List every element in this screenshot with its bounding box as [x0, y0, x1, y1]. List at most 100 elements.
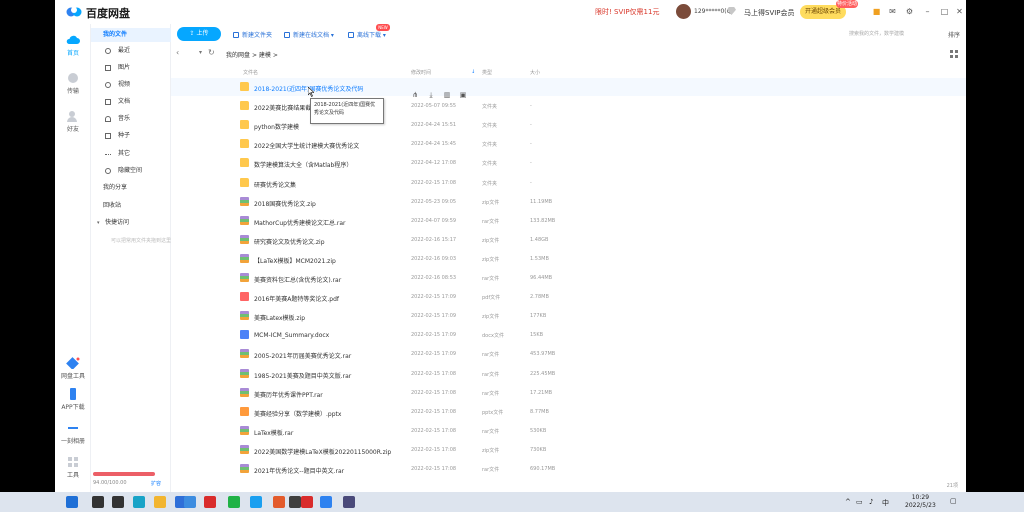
file-name[interactable]: python数学建模	[254, 122, 299, 131]
table-row[interactable]: 2021年优秀论文--题目中英文.rar 2022-02-15 17:08 rar文…	[171, 460, 966, 478]
file-name[interactable]: 2022全国大学生统计建模大赛优秀论文	[254, 141, 359, 150]
file-name[interactable]: 研究赛论文及优秀论文.zip	[254, 237, 325, 246]
rail-item-album[interactable]: 一刻相册	[55, 422, 91, 445]
mail-icon[interactable]: ✉	[888, 7, 897, 16]
table-row[interactable]: 1985-2021美赛及题目中英文版.rar 2022-02-15 17:08 ra…	[171, 365, 966, 383]
expand-storage-link[interactable]: 扩容	[151, 480, 161, 487]
grid-view-icon[interactable]	[950, 50, 958, 58]
column-size[interactable]: 大小	[530, 69, 540, 76]
terminal-icon[interactable]	[289, 496, 301, 508]
file-name[interactable]: MathorCup优秀建模论文汇总.rar	[254, 218, 345, 227]
file-name[interactable]: 2022美国数学建模LaTeX模板20220115000R.zip	[254, 447, 391, 456]
breadcrumb-item[interactable]: 我的网盘	[226, 52, 250, 59]
nav-recycle-bin[interactable]: 回收站	[91, 199, 171, 213]
table-row[interactable]: 数学建模算法大全（含Matlab程序） 2022-04-12 17:08 文件夹 -	[171, 154, 966, 172]
new-online-doc-button[interactable]: 新建在线文档 ▾	[284, 30, 334, 39]
media-icon[interactable]	[343, 496, 355, 508]
rail-item-transfer[interactable]: 传输	[55, 72, 91, 95]
file-name[interactable]: 1985-2021美赛及题目中英文版.rar	[254, 371, 351, 380]
table-row[interactable]: LaTex模板.rar 2022-02-15 17:08 rar文件 530KB	[171, 422, 966, 440]
edge-icon[interactable]	[133, 496, 145, 508]
nav-videos[interactable]: 视频	[91, 78, 171, 92]
notification-icon[interactable]: ▢	[950, 497, 957, 505]
minimize-icon[interactable]: –	[923, 7, 932, 16]
offline-download-button[interactable]: 离线下载 ▾	[348, 30, 386, 39]
file-name[interactable]: 研赛优秀论文集	[254, 180, 296, 189]
chevron-up-icon[interactable]: ^	[845, 498, 851, 506]
ime-indicator[interactable]: 中	[882, 498, 889, 508]
nav-documents[interactable]: 文档	[91, 95, 171, 109]
nav-my-share[interactable]: 我的分享	[91, 181, 171, 195]
file-name[interactable]: MCM-ICM_Summary.docx	[254, 332, 329, 339]
table-row[interactable]: MathorCup优秀建模论文汇总.rar 2022-04-07 09:59 rar…	[171, 212, 966, 230]
table-row[interactable]: 美赛历年优秀课件PPT.rar 2022-02-15 17:08 rar文件 17.2…	[171, 384, 966, 402]
maximize-icon[interactable]: □	[940, 7, 949, 16]
new-folder-button[interactable]: 新建文件夹	[233, 30, 272, 39]
upload-button[interactable]: ⇪ 上传	[177, 27, 221, 41]
pen-icon[interactable]	[184, 496, 196, 508]
wechat-icon[interactable]	[228, 496, 240, 508]
sort-button[interactable]: 排序	[948, 30, 960, 39]
search-icon[interactable]	[92, 496, 104, 508]
column-name[interactable]: 文件名	[243, 69, 258, 76]
breadcrumb-path[interactable]: 我的网盘 > 建模 >	[226, 50, 278, 59]
file-name[interactable]: 2018国赛优秀论文.zip	[254, 199, 316, 208]
table-row[interactable]: 美赛经验分享（数学建模）.pptx 2022-02-15 17:08 pptx文件 8…	[171, 403, 966, 421]
rail-item-home[interactable]: 首页	[55, 34, 91, 57]
file-name[interactable]: 美赛历年优秀课件PPT.rar	[254, 390, 323, 399]
nav-hidden-space[interactable]: 隐藏空间	[91, 164, 171, 178]
table-row[interactable]: 2022美国数学建模LaTeX模板20220115000R.zip 2022-02…	[171, 441, 966, 459]
settings-icon[interactable]: ⚙	[905, 7, 914, 16]
table-row[interactable]: 研赛优秀论文集 2022-02-15 17:08 文件夹 -	[171, 174, 966, 192]
nav-torrents[interactable]: 种子	[91, 129, 171, 143]
file-name[interactable]: 2005-2021年历届美赛优秀论文.rar	[254, 351, 351, 360]
wps-icon[interactable]	[301, 496, 313, 508]
file-name[interactable]: 【LaTeX模板】MCM2021.zip	[254, 256, 336, 265]
chevron-down-icon[interactable]: ▾	[199, 49, 202, 56]
table-row[interactable]: python数学建模 2022-04-24 15:51 文件夹 -	[171, 116, 966, 134]
avatar[interactable]	[676, 4, 691, 19]
nav-all-files[interactable]: 我的文件	[91, 28, 171, 42]
refresh-icon[interactable]: ↻	[208, 48, 215, 57]
task-view-icon[interactable]	[112, 496, 124, 508]
close-icon[interactable]: ✕	[955, 7, 964, 16]
file-name[interactable]: 美赛Latex模板.zip	[254, 313, 305, 322]
file-name[interactable]: 2022美赛比赛结果截图	[254, 103, 317, 112]
table-row[interactable]: 2018国赛优秀论文.zip 2022-05-23 09:05 zip文件 11.19…	[171, 193, 966, 211]
table-row[interactable]: 2005-2021年历届美赛优秀论文.rar 2022-02-15 17:09 ra…	[171, 345, 966, 363]
clock[interactable]: 10:29 2022/5/23	[905, 494, 936, 510]
table-row[interactable]: 2022美赛比赛结果截图 2022-05-07 09:55 文件夹 -	[171, 97, 966, 115]
vip-link[interactable]: 马上得SVIP会员	[744, 8, 795, 18]
file-name[interactable]: 数学建模算法大全（含Matlab程序）	[254, 160, 352, 169]
table-row[interactable]: MCM-ICM_Summary.docx 2022-02-15 17:09 docx…	[171, 326, 966, 344]
column-modified[interactable]: 修改时间	[411, 69, 431, 76]
rail-item-friends[interactable]: 好友	[55, 110, 91, 133]
volume-icon[interactable]: ♪	[869, 498, 873, 506]
office-icon[interactable]	[273, 496, 285, 508]
file-name[interactable]: 美赛经验分享（数学建模）.pptx	[254, 409, 341, 418]
file-name[interactable]: 2016年美赛A题特等奖论文.pdf	[254, 294, 339, 303]
promo-link[interactable]: 限时! SVIP仅需11元	[595, 7, 659, 17]
table-row[interactable]: 2018-2021(近四年)国赛优秀论文及代码⋔⤓▥▣	[171, 78, 966, 99]
file-name[interactable]: 2021年优秀论文--题目中英文.rar	[254, 466, 344, 475]
nav-quick-access[interactable]: ▾ 快捷访问	[91, 216, 171, 230]
nav-recent[interactable]: 最近	[91, 44, 171, 58]
table-row[interactable]: 2022全国大学生统计建模大赛优秀论文 2022-04-24 15:45 文件夹 -	[171, 135, 966, 153]
file-name[interactable]: LaTex模板.rar	[254, 428, 293, 437]
file-explorer-icon[interactable]	[154, 496, 166, 508]
netease-music-icon[interactable]	[204, 496, 216, 508]
table-row[interactable]: 2016年美赛A题特等奖论文.pdf 2022-02-15 17:09 pdf文件 2…	[171, 288, 966, 306]
back-icon[interactable]: ‹	[176, 48, 179, 57]
nav-images[interactable]: 图片	[91, 61, 171, 75]
game-icon[interactable]: ■	[872, 7, 881, 16]
rail-item-tools[interactable]: 网盘工具	[55, 357, 91, 380]
column-type[interactable]: 类型	[482, 69, 492, 76]
qq-icon[interactable]	[250, 496, 262, 508]
table-row[interactable]: 美赛资料包汇总(含优秀论文).rar 2022-02-16 08:53 rar文件 9…	[171, 269, 966, 287]
table-row[interactable]: 美赛Latex模板.zip 2022-02-15 17:09 zip文件 177KB	[171, 307, 966, 325]
nav-music[interactable]: 音乐	[91, 112, 171, 126]
breadcrumb-item[interactable]: 建模	[259, 52, 271, 59]
windows-start-icon[interactable]	[66, 496, 78, 508]
table-row[interactable]: 【LaTeX模板】MCM2021.zip 2022-02-16 09:03 zip文…	[171, 250, 966, 268]
rail-item-apps[interactable]: 工具	[55, 456, 91, 479]
